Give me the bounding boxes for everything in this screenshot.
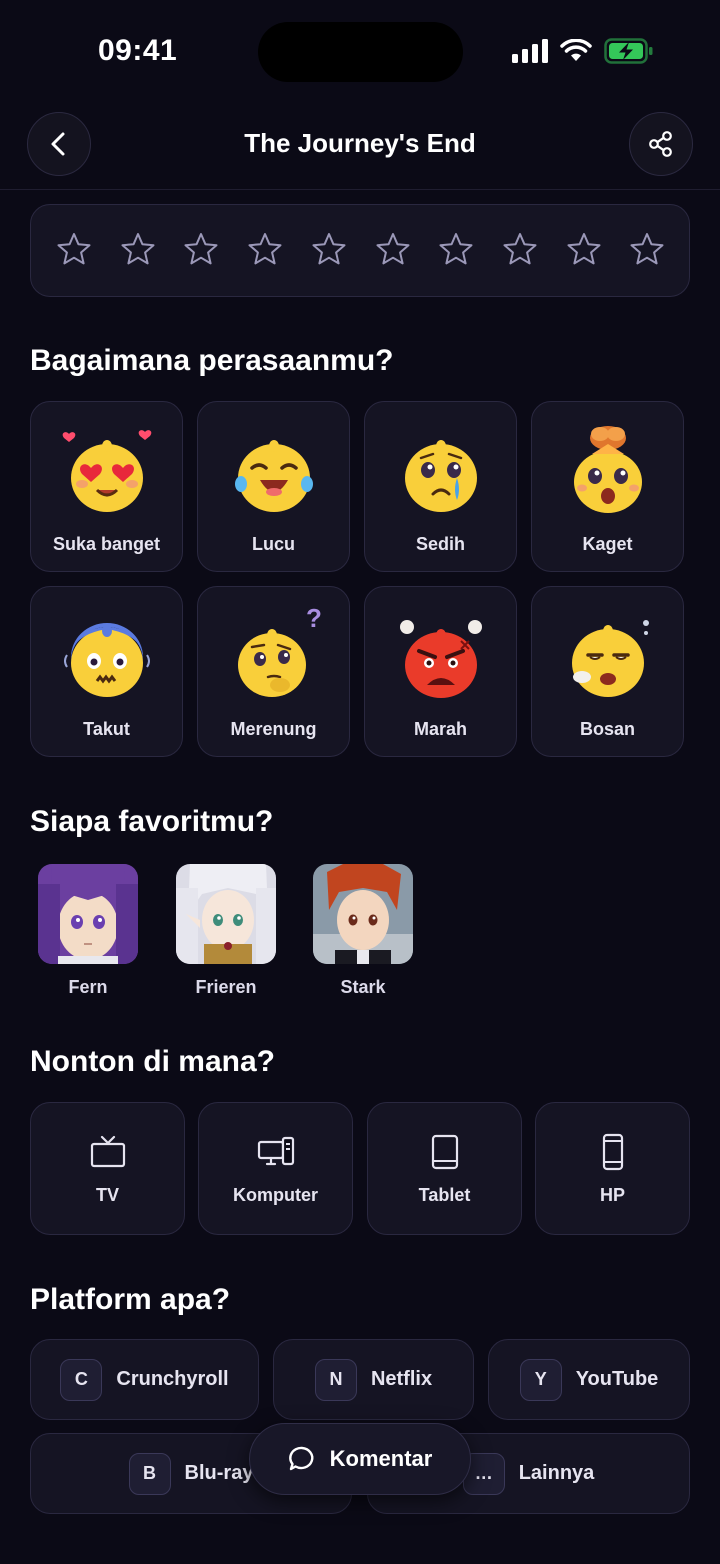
platform-label: Blu-ray	[184, 1462, 254, 1484]
angry-emoji-icon	[400, 620, 482, 698]
star-icon[interactable]	[119, 231, 157, 269]
character-avatar	[176, 864, 276, 964]
device-tv[interactable]: TV	[30, 1102, 185, 1235]
platform-badge: Y	[519, 1358, 562, 1401]
character-name: Fern	[68, 977, 108, 997]
star-icon[interactable]	[246, 231, 284, 269]
emotion-label: Sedih	[415, 534, 465, 554]
device-hp[interactable]: HP	[535, 1102, 690, 1235]
emotion-bosan[interactable]: Bosan	[531, 586, 684, 757]
emotion-kaget[interactable]: Kaget	[531, 401, 684, 572]
cellular-signal-icon	[512, 39, 548, 63]
platform-youtube[interactable]: Y YouTube	[488, 1339, 690, 1420]
emotion-label: Suka banget	[52, 534, 161, 554]
star-icon[interactable]	[374, 231, 412, 269]
page-title: The Journey's End	[244, 128, 476, 158]
platforms-title: Platform apa?	[30, 1283, 231, 1316]
character-stark[interactable]: Stark	[313, 864, 413, 998]
device-label: Komputer	[233, 1185, 318, 1205]
svg-text:?: ?	[306, 605, 322, 633]
platform-crunchyroll[interactable]: C Crunchyroll	[30, 1339, 259, 1420]
emotion-label: Merenung	[230, 719, 317, 739]
comment-label: Komentar	[329, 1446, 433, 1471]
platform-badge: N	[314, 1358, 357, 1401]
emotion-label: Marah	[413, 719, 467, 739]
device-label: Tablet	[418, 1185, 471, 1205]
chat-bubble-icon	[288, 1446, 314, 1471]
character-avatar	[313, 864, 413, 964]
tablet-icon	[431, 1134, 459, 1170]
emotions-title: Bagaimana perasaanmu?	[30, 344, 394, 377]
platform-label: Crunchyroll	[116, 1368, 229, 1390]
emotion-label: Lucu	[252, 534, 295, 554]
scared-emoji-icon	[64, 623, 150, 697]
status-icons	[512, 38, 654, 64]
star-icon[interactable]	[565, 231, 603, 269]
tv-icon	[90, 1135, 126, 1168]
wifi-icon	[560, 39, 592, 61]
platform-netflix[interactable]: N Netflix	[273, 1339, 474, 1420]
dynamic-island	[258, 22, 463, 82]
emotion-takut[interactable]: Takut	[30, 586, 183, 757]
star-icon[interactable]	[55, 231, 93, 269]
star-icon[interactable]	[437, 231, 475, 269]
emotion-suka-banget[interactable]: Suka banget	[30, 401, 183, 572]
heart-eyes-emoji-icon	[62, 430, 152, 512]
device-komputer[interactable]: Komputer	[198, 1102, 353, 1235]
platform-badge: B	[128, 1452, 171, 1495]
character-avatar	[38, 864, 138, 964]
nav-bar: The Journey's End	[0, 100, 720, 190]
emotion-label: Kaget	[582, 534, 633, 554]
star-rating	[30, 204, 690, 297]
emotion-lucu[interactable]: Lucu	[197, 401, 350, 572]
platform-label: Lainnya	[518, 1462, 595, 1484]
computer-icon	[257, 1136, 295, 1166]
phone-icon	[602, 1133, 624, 1171]
star-icon[interactable]	[501, 231, 539, 269]
platform-label: Netflix	[370, 1368, 433, 1390]
shocked-emoji-icon	[574, 426, 642, 513]
emotion-label: Takut	[83, 719, 130, 739]
device-label: TV	[95, 1185, 119, 1205]
emotion-label: Bosan	[579, 719, 635, 739]
star-icon[interactable]	[182, 231, 220, 269]
status-bar: 09:41	[0, 0, 720, 100]
emotion-merenung[interactable]: ? Merenung	[197, 586, 350, 757]
emotion-marah[interactable]: Marah	[364, 586, 517, 757]
fern-portrait-icon	[38, 864, 138, 964]
star-icon[interactable]	[628, 231, 666, 269]
battery-charging-icon	[604, 38, 653, 64]
platform-label: YouTube	[575, 1368, 659, 1390]
character-frieren[interactable]: Frieren	[176, 864, 276, 998]
frieren-portrait-icon	[176, 864, 276, 964]
device-label: HP	[599, 1185, 625, 1205]
character-name: Stark	[340, 977, 386, 997]
device-tablet[interactable]: Tablet	[367, 1102, 522, 1235]
status-time: 09:41	[98, 34, 178, 67]
share-button[interactable]	[629, 112, 693, 176]
crying-emoji-icon	[405, 440, 477, 512]
bored-emoji-icon	[572, 620, 649, 697]
thinking-emoji-icon: ?	[238, 605, 322, 697]
emotion-sedih[interactable]: Sedih	[364, 401, 517, 572]
laughing-emoji-icon	[235, 440, 313, 512]
favorites-title: Siapa favoritmu?	[30, 805, 274, 838]
character-fern[interactable]: Fern	[38, 864, 138, 998]
comment-button[interactable]: Komentar	[249, 1423, 471, 1495]
star-icon[interactable]	[310, 231, 348, 269]
stark-portrait-icon	[313, 864, 413, 964]
share-icon	[649, 131, 672, 157]
platform-badge: C	[60, 1358, 103, 1401]
character-name: Frieren	[195, 977, 257, 997]
devices-title: Nonton di mana?	[30, 1045, 275, 1078]
